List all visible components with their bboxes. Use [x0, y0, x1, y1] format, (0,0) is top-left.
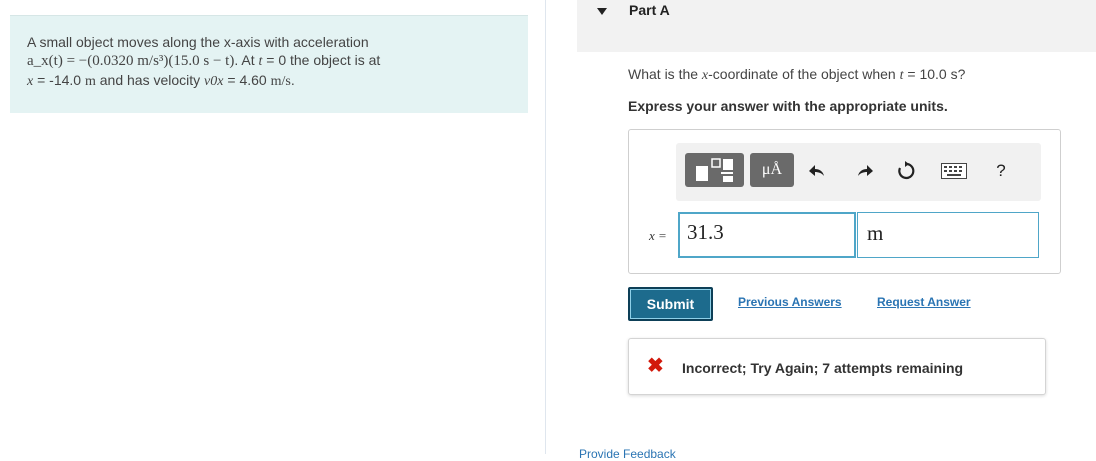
answer-instruction: Express your answer with the appropriate… [628, 98, 948, 114]
column-divider [545, 0, 546, 454]
acceleration-formula: a_x(t) = −(0.0320 m/s³)(15.0 s − t) [27, 53, 235, 69]
undo-icon[interactable] [804, 158, 832, 184]
previous-answers-link[interactable]: Previous Answers [738, 295, 842, 309]
templates-icon [696, 158, 733, 182]
feedback-box: ✖ Incorrect; Try Again; 7 attempts remai… [628, 338, 1046, 395]
feedback-text: Incorrect; Try Again; 7 attempts remaini… [682, 360, 964, 376]
math-toolbar: μÅ ? [676, 143, 1041, 201]
question-prefix: What is the [628, 66, 702, 82]
unit-meters: m [84, 74, 96, 89]
unit-input[interactable]: m [857, 212, 1039, 258]
answer-box: μÅ ? x = 31.3 m [628, 129, 1061, 274]
redo-icon[interactable] [850, 158, 878, 184]
keyboard-icon[interactable] [936, 158, 972, 184]
part-title: Part A [629, 2, 670, 18]
problem-text: = 4.60 [223, 72, 271, 88]
reset-icon[interactable] [892, 158, 920, 184]
problem-line-2: a_x(t) = −(0.0320 m/s³)(15.0 s − t). At … [27, 51, 528, 71]
provide-feedback-link[interactable]: Provide Feedback [579, 447, 676, 461]
units-button[interactable]: μÅ [750, 153, 794, 187]
collapse-triangle-icon[interactable] [597, 8, 607, 15]
v0x-symbol: v0x [204, 74, 224, 89]
problem-text: = 0 the object is at [262, 52, 381, 68]
problem-line-1: A small object moves along the x-axis wi… [27, 34, 369, 50]
part-header[interactable]: Part A [577, 0, 1096, 52]
problem-text: = -14.0 [33, 72, 85, 88]
problem-statement: A small object moves along the x-axis wi… [10, 15, 528, 113]
answer-variable-label: x = [649, 228, 667, 243]
problem-line-3: x = -14.0 m and has velocity v0x = 4.60 … [27, 71, 528, 91]
problem-text: . At [234, 52, 259, 68]
value-input[interactable]: 31.3 [678, 212, 856, 258]
question-middle: -coordinate of the object when [708, 66, 900, 82]
question-text: What is the x-coordinate of the object w… [628, 66, 965, 84]
submit-button[interactable]: Submit [628, 287, 713, 321]
templates-button[interactable] [685, 153, 744, 187]
x-icon: ✖ [647, 355, 664, 377]
request-answer-link[interactable]: Request Answer [877, 295, 971, 309]
unit-meters-per-second: m/s [270, 74, 291, 89]
help-icon[interactable]: ? [988, 158, 1014, 184]
problem-text: and has velocity [95, 72, 205, 88]
question-suffix: = 10.0 s? [903, 66, 966, 82]
problem-text: . [290, 72, 295, 88]
